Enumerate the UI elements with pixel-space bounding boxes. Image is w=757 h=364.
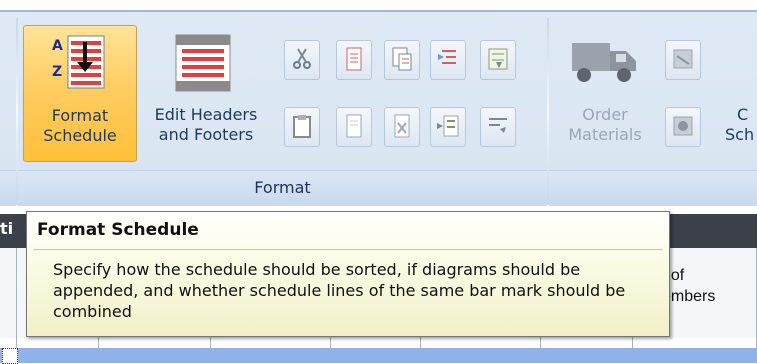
split-lines-button[interactable]	[480, 107, 516, 147]
column-header-count: . of embers	[662, 267, 716, 305]
tooltip-divider	[33, 249, 663, 250]
group-label-bar-format: Format	[18, 170, 547, 206]
svg-text:A: A	[52, 38, 63, 54]
grid-column-divider	[16, 248, 17, 363]
format-schedule-button[interactable]: A Z Format Schedule	[23, 25, 137, 162]
tooltip-title: Format Schedule	[37, 220, 199, 240]
group-label-bar-left	[0, 170, 16, 206]
group-label-bar-right	[549, 170, 757, 206]
edit-headers-label: Edit Headers and Footers	[154, 105, 258, 144]
blank-document-icon	[346, 114, 362, 138]
group-label-format: Format	[254, 178, 311, 197]
next-schedule-button[interactable]: C Sch	[725, 25, 757, 160]
merge-icon	[488, 48, 508, 70]
delete-line-button[interactable]	[384, 107, 420, 147]
move-lines-icon	[437, 115, 459, 137]
clipboard-icon	[293, 115, 311, 138]
document-lines-icon	[346, 47, 362, 71]
header-cut-text: ti	[0, 219, 14, 238]
format-schedule-tooltip: Format Schedule Specify how the schedule…	[26, 211, 670, 337]
format-schedule-label: Format Schedule	[43, 106, 117, 145]
material-tool-button[interactable]	[665, 40, 701, 80]
blank-line-button[interactable]	[336, 107, 372, 147]
copy-doc-icon	[392, 47, 412, 71]
tooltip-description: Specify how the schedule should be sorte…	[53, 260, 626, 321]
insert-lines-icon	[438, 50, 456, 64]
selected-row[interactable]	[0, 348, 757, 363]
material-icon	[673, 49, 693, 69]
move-line-button[interactable]	[430, 107, 466, 147]
order-materials-label: Order Materials	[568, 105, 642, 144]
truck-icon	[572, 43, 636, 82]
headers-footers-icon	[175, 34, 231, 92]
paste-button[interactable]	[284, 107, 320, 147]
delete-doc-icon	[394, 114, 410, 138]
copy-line-button[interactable]	[384, 40, 420, 80]
material-tool-button-2[interactable]	[665, 107, 701, 147]
scissors-icon	[293, 48, 311, 69]
split-icon	[489, 118, 507, 133]
cut-button[interactable]	[284, 40, 320, 80]
merge-lines-button[interactable]	[480, 40, 516, 80]
window-top-edge	[0, 0, 757, 10]
row-selector[interactable]	[2, 348, 18, 364]
order-materials-button[interactable]: Order Materials	[556, 25, 654, 160]
ribbon-top-border	[0, 10, 757, 12]
insert-line-button[interactable]	[430, 40, 466, 80]
new-line-button[interactable]	[336, 40, 372, 80]
material-alt-icon	[673, 116, 693, 136]
svg-text:Z: Z	[52, 64, 62, 80]
edit-headers-footers-button[interactable]: Edit Headers and Footers	[140, 25, 272, 160]
next-schedule-label: C Sch	[725, 105, 755, 144]
sort-az-icon: A Z	[52, 35, 105, 89]
